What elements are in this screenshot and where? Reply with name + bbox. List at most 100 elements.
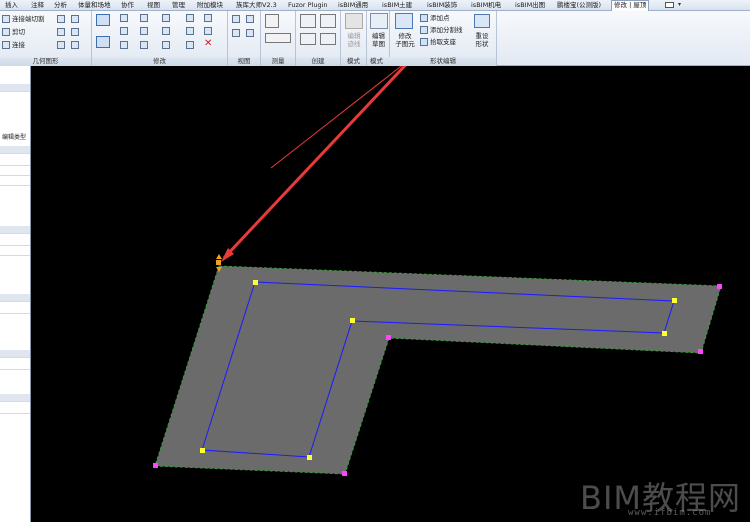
trim-single-icon[interactable] [162,27,170,35]
reset-shape-button[interactable]: 重设 形状 [470,32,494,48]
modify-subelements-button[interactable]: 修改 子图元 [391,32,419,48]
properties-section-graphics[interactable] [0,294,30,302]
add-split-line-button[interactable]: 添加分割线 [430,26,463,34]
create-assembly-icon[interactable] [300,14,316,28]
split-gap-icon[interactable] [204,27,212,35]
tab-family-master[interactable]: 族库大师V2.3 [236,0,277,11]
vertex-point[interactable] [253,280,258,285]
drawing-canvas[interactable] [31,66,750,522]
tab-isbim-mep[interactable]: isBIM机电 [471,0,501,11]
tab-isbim-drawing[interactable]: isBIM出图 [515,0,545,11]
properties-row[interactable] [0,168,30,176]
properties-row[interactable] [0,158,30,166]
properties-row[interactable] [0,248,30,256]
tab-analyze[interactable]: 分析 [54,0,67,11]
unpin-icon[interactable] [204,14,212,22]
properties-section-constraints[interactable] [0,146,30,154]
create-parts-icon[interactable] [320,14,336,28]
tab-insert[interactable]: 插入 [5,0,18,11]
properties-row[interactable] [0,406,30,414]
join-button[interactable]: 连接 [12,41,25,49]
create-similar-icon[interactable] [320,33,336,45]
visibility-icon[interactable] [246,29,254,37]
demolish-icon[interactable] [71,28,79,36]
edit-type-button[interactable]: 编辑类型 [2,134,26,142]
pick-supports-button[interactable]: 拾取支座 [430,38,456,46]
vertex-point[interactable] [662,331,667,336]
trim-corner-icon[interactable] [162,41,170,49]
tab-collaborate[interactable]: 协作 [121,0,134,11]
roof-slab[interactable] [154,265,722,475]
properties-row[interactable] [0,362,30,370]
copy-icon[interactable] [120,41,128,49]
properties-row[interactable] [0,178,30,186]
remove-paint-icon[interactable] [57,41,65,49]
vertex-point[interactable] [672,298,677,303]
measure-distance-icon[interactable] [265,14,279,28]
vertex-point[interactable] [698,349,703,354]
properties-row[interactable] [0,238,30,246]
edit-footprint-button[interactable]: 编辑 迹线 [342,32,366,48]
trim-extend-icon[interactable] [140,14,148,22]
panel-label-mode-sketch: 模式 [367,57,392,66]
properties-section-dimensions[interactable] [0,350,30,358]
vertex-point[interactable] [386,335,391,340]
tab-view[interactable]: 视图 [147,0,160,11]
vertex-point[interactable] [200,448,205,453]
vertex-point[interactable] [307,455,312,460]
tab-massing-site[interactable]: 体量和场地 [78,0,111,11]
edit-sketch-icon[interactable] [370,13,388,29]
linework-icon[interactable] [232,29,240,37]
add-point-button[interactable]: 添加点 [430,14,450,22]
tab-annotate[interactable]: 注释 [31,0,44,11]
move-icon[interactable] [96,36,110,48]
tab-isbim-general[interactable]: isBIM通用 [338,0,368,11]
edit-sketch-button[interactable]: 编辑 草图 [367,32,390,48]
hide-element-icon[interactable] [232,15,240,23]
create-group-icon[interactable] [300,33,316,45]
tab-modify-roof[interactable]: 修改 | 屋顶 [611,0,650,11]
dimension-icon[interactable] [265,33,291,43]
reset-shape-icon[interactable] [474,14,490,28]
vertex-handle[interactable] [216,260,221,265]
mirror-axis-icon[interactable] [120,27,128,35]
edit-footprint-icon[interactable] [345,13,363,29]
wall-join-icon[interactable] [57,15,65,23]
split-element-icon[interactable] [162,14,170,22]
tab-isbim-decoration[interactable]: isBIM装饰 [427,0,457,11]
tab-isbim-civil[interactable]: isBIM土建 [382,0,412,11]
pin-icon[interactable] [186,41,194,49]
chevron-down-icon[interactable]: ▾ [678,1,684,9]
rotate-icon[interactable] [140,41,148,49]
split-face-icon[interactable] [71,15,79,23]
modify-subelements-icon[interactable] [395,13,413,29]
properties-row[interactable] [0,306,30,314]
window-switch-icon[interactable] [665,2,674,8]
join-cut-button[interactable]: 连接端切割 [12,15,45,23]
ribbon: 连接端切割 剪切 连接 几何图形 ✕ 修改 视图 测量 创建 编辑 迹线 模式 … [0,11,750,66]
tab-addins[interactable]: 附加模块 [197,0,223,11]
paint-icon[interactable] [57,28,65,36]
join-icon [2,41,10,49]
mirror-draw-icon[interactable] [140,27,148,35]
cut-button[interactable]: 剪切 [12,28,25,36]
vertex-arrow-handle-icon[interactable] [216,254,222,259]
vertex-point[interactable] [717,284,722,289]
offset-icon[interactable] [120,14,128,22]
array-icon[interactable] [186,14,194,22]
wrench-icon[interactable] [71,41,79,49]
vertex-point[interactable] [350,318,355,323]
tab-penglou[interactable]: 鹏楼宝(公测版) [557,0,601,11]
properties-section-identity[interactable] [0,394,30,402]
panel-shape-editing: 修改 子图元 添加点 添加分割线 拾取支座 重设 形状 形状编辑 [390,11,497,66]
override-graphics-icon[interactable] [246,15,254,23]
vertex-point[interactable] [153,463,158,468]
vertex-point[interactable] [342,471,347,476]
align-icon[interactable] [96,14,110,26]
tab-manage[interactable]: 管理 [172,0,185,11]
scale-icon[interactable] [186,27,194,35]
delete-icon[interactable]: ✕ [204,39,214,49]
properties-header [0,84,30,92]
properties-section-construction[interactable] [0,226,30,234]
tab-fuzor-plugin[interactable]: Fuzor Plugin [288,0,328,11]
